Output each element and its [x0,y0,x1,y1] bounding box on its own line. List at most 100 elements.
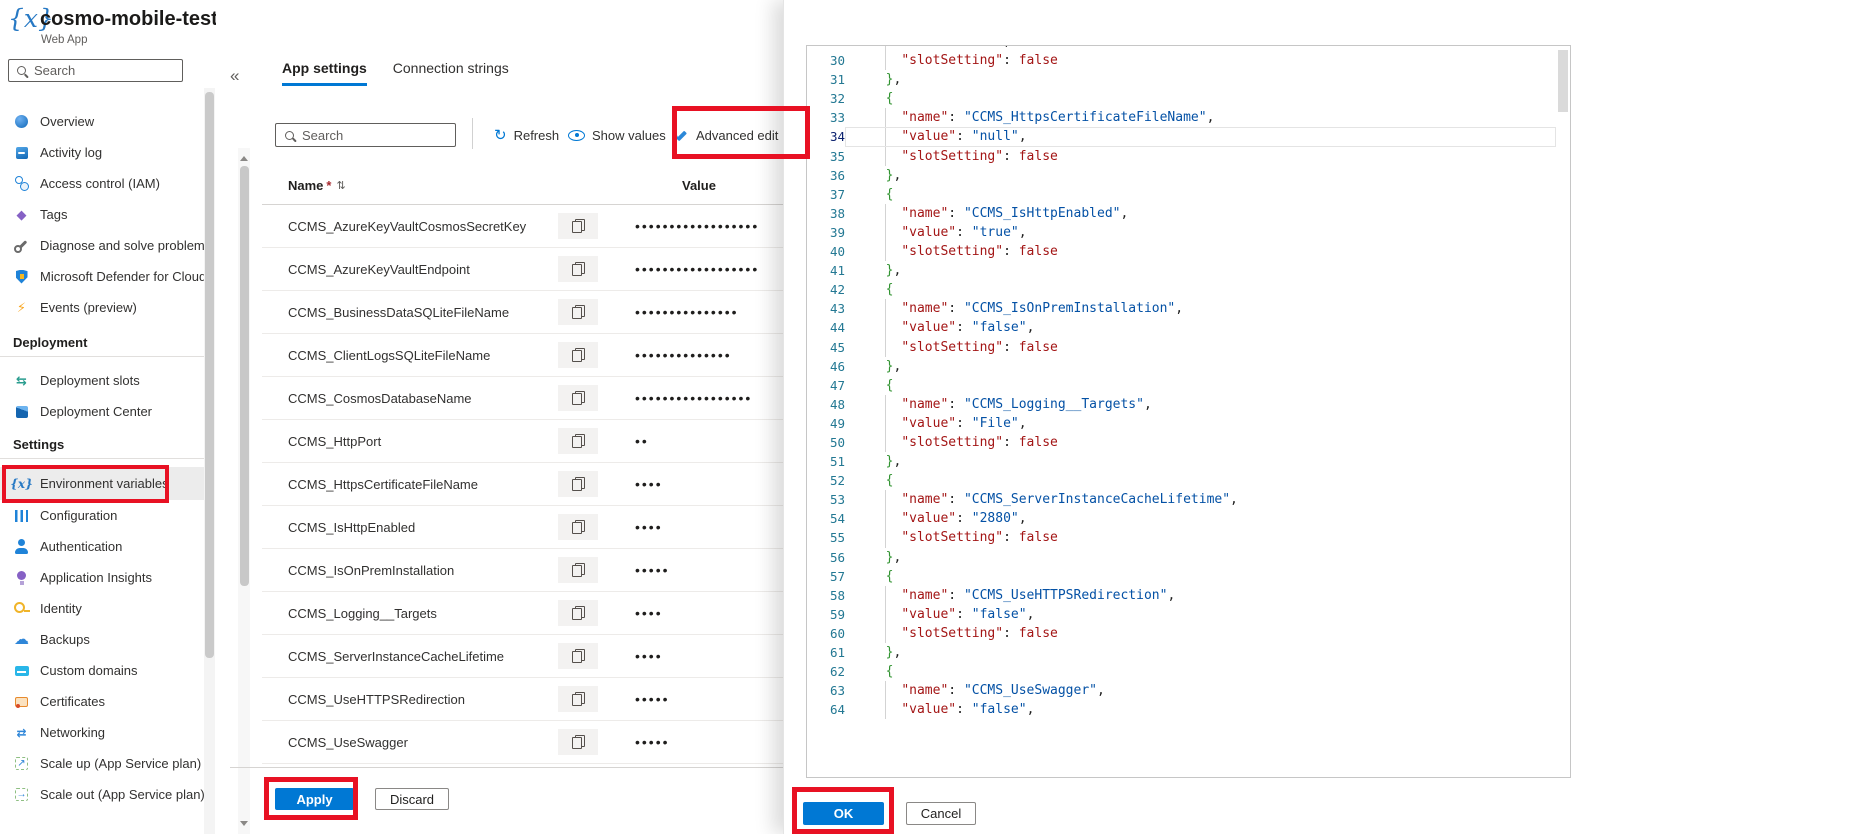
scroll-up-icon[interactable] [240,152,248,161]
line-number: 49 [807,414,845,433]
line-content: }, [845,261,1556,280]
table-search-input[interactable]: Search [275,123,456,147]
json-code-editor[interactable]: 29 "value": "80",30 "slotSetting": false… [806,45,1571,778]
ok-button[interactable]: OK [803,802,884,825]
json-token: "value" [901,702,956,717]
tab-connection-strings[interactable]: Connection strings [393,60,509,86]
search-icon [285,131,294,140]
discard-button[interactable]: Discard [375,788,449,810]
sidebar-item-events[interactable]: Events (preview) [0,292,204,323]
line-number: 57 [807,567,845,586]
code-line: 35 "slotSetting": false [807,147,1556,166]
line-number: 51 [807,452,845,471]
line-content: "name": "CCMS_IsOnPremInstallation", [845,299,1556,318]
json-token: false [1019,244,1058,259]
json-token: { [886,569,894,584]
sidebar-item-app-insights[interactable]: Application Insights [0,562,204,593]
line-content: "slotSetting": false [845,51,1556,70]
activity-log-icon [13,144,30,161]
json-token: , [1019,129,1027,144]
json-token: , [1003,45,1011,49]
sidebar-item-diagnose[interactable]: Diagnose and solve problems [0,230,204,261]
json-token: : [1003,244,1019,259]
tab-app-settings[interactable]: App settings [282,60,367,86]
sidebar-item-custom-domains[interactable]: Custom domains [0,655,204,686]
line-content: "name": "CCMS_ServerInstanceCacheLifetim… [845,490,1556,509]
copy-button[interactable] [558,256,598,282]
code-line: 40 "slotSetting": false [807,242,1556,261]
line-number: 47 [807,376,845,395]
access-control-icon [13,175,30,192]
show-values-button[interactable]: Show values [568,122,666,148]
sidebar-item-authentication[interactable]: Authentication [0,531,204,562]
sidebar-search-input[interactable]: Search [8,59,183,82]
table-row: CCMS_CosmosDatabaseName••••••••••••••••• [262,377,783,420]
sidebar-item-activity-log[interactable]: Activity log [0,137,204,168]
sidebar-item-label: Deployment slots [40,373,140,388]
line-number: 34 [807,127,845,146]
editor-scrollbar-thumb[interactable] [1558,50,1568,112]
json-token: , [1120,206,1128,221]
indent-guide-line [885,586,886,605]
json-token: : [948,301,964,316]
copy-button[interactable] [558,686,598,712]
copy-button[interactable] [558,729,598,755]
sidebar-search-placeholder: Search [34,63,75,78]
sidebar-item-environment-variables[interactable]: Environment variables [0,467,204,500]
copy-button[interactable] [558,514,598,540]
copy-button[interactable] [558,342,598,368]
sidebar-item-label: Application Insights [40,570,152,585]
advanced-edit-button[interactable]: Advanced edit [674,122,778,148]
sidebar-item-defender[interactable]: Microsoft Defender for Cloud [0,261,204,292]
code-line: 34 "value": "null", [807,127,1556,146]
app-name: cosmo-mobile-test [40,8,218,30]
copy-button[interactable] [558,428,598,454]
json-token: { [886,91,894,106]
cancel-button[interactable]: Cancel [906,802,976,825]
name-column-header[interactable]: Name * ⇅ [288,178,346,193]
line-content: "value": "true", [845,223,1556,242]
copy-icon [572,348,585,362]
json-token: "slotSetting" [901,530,1003,545]
json-token: , [893,263,901,278]
code-line: 36 }, [807,166,1556,185]
table-header: Name * ⇅ Value [216,172,783,205]
networking-icon [13,724,30,741]
sidebar-scrollbar-thumb[interactable] [205,92,214,658]
setting-value-masked: ••••• [635,691,670,707]
line-number: 48 [807,395,845,414]
copy-button[interactable] [558,213,598,239]
copy-button[interactable] [558,557,598,583]
scroll-down-icon[interactable] [240,821,248,830]
sidebar-item-configuration[interactable]: Configuration [0,500,204,531]
sidebar-item-tags[interactable]: Tags [0,199,204,230]
copy-button[interactable] [558,600,598,626]
json-token: "File" [972,416,1019,431]
sidebar-item-backups[interactable]: Backups [0,624,204,655]
refresh-button[interactable]: ↻ Refresh [494,122,559,148]
sidebar-item-access-control[interactable]: Access control (IAM) [0,168,204,199]
search-icon [17,66,26,75]
copy-icon [572,219,585,233]
line-content: "slotSetting": false [845,528,1556,547]
setting-value-masked: •••••••••••••••••• [635,218,759,234]
sidebar-item-deployment-slots[interactable]: Deployment slots [0,365,204,396]
copy-button[interactable] [558,385,598,411]
copy-button[interactable] [558,643,598,669]
copy-icon [572,563,585,577]
collapse-menu-icon[interactable]: « [230,66,239,86]
json-token: , [1175,301,1183,316]
sidebar-item-scale-up[interactable]: Scale up (App Service plan) [0,748,204,779]
sidebar-item-networking[interactable]: Networking [0,717,204,748]
sidebar-item-scale-out[interactable]: Scale out (App Service plan) [0,779,204,810]
sidebar-scrollbar[interactable] [204,88,215,834]
copy-button[interactable] [558,471,598,497]
sidebar-item-deployment-center[interactable]: Deployment Center [0,396,204,427]
apply-button[interactable]: Apply [275,788,354,810]
copy-button[interactable] [558,299,598,325]
line-content: "slotSetting": false [845,433,1556,452]
sidebar-item-overview[interactable]: Overview [0,106,204,137]
configuration-icon [13,507,30,524]
sidebar-item-certificates[interactable]: Certificates [0,686,204,717]
sidebar-item-identity[interactable]: Identity [0,593,204,624]
